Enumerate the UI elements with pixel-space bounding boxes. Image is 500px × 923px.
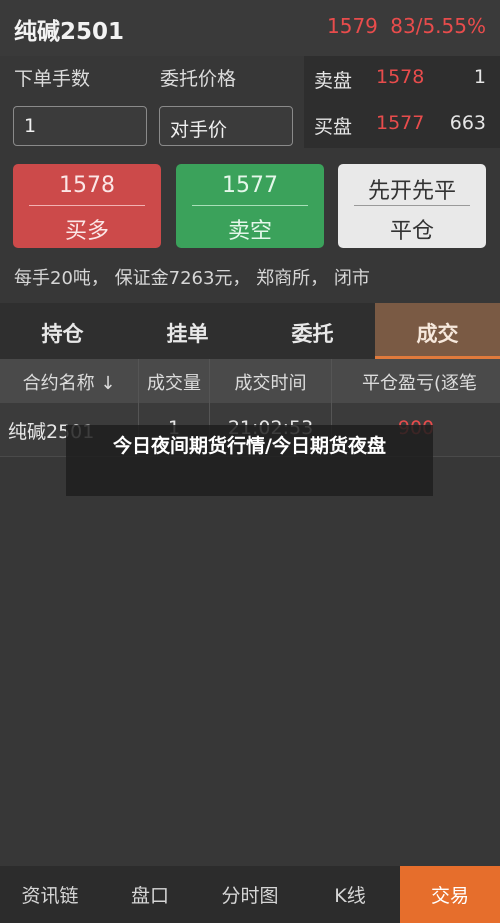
bottom-nav: 资讯链 盘口 分时图 K线 交易 [0, 866, 500, 923]
sell-label: 卖空 [227, 219, 272, 244]
contract-title[interactable]: 纯碱2501 [14, 12, 124, 46]
qty-label: 下单手数 [14, 68, 91, 90]
price-label: 委托价格 [160, 68, 237, 90]
close-mode: 先开先平 [367, 179, 456, 204]
close-position-button[interactable]: 先开先平 平仓 [338, 164, 486, 248]
caption-overlay: 今日夜间期货行情/今日期货夜盘 [66, 425, 433, 496]
last-price: 1579 [327, 14, 378, 38]
nav-timeshare[interactable]: 分时图 [200, 866, 300, 923]
header-bar: 纯碱2501 1579 83/5.55% [0, 0, 500, 56]
nav-trade[interactable]: 交易 [400, 866, 500, 923]
buy-label: 买多 [64, 219, 109, 244]
col-time: 成交时间 [234, 373, 307, 394]
bid-label: 买盘 [314, 116, 353, 138]
nav-orderbook[interactable]: 盘口 [100, 866, 200, 923]
close-label: 平仓 [389, 219, 434, 244]
divider [29, 205, 145, 206]
price-type-input[interactable]: 对手价 [159, 106, 293, 146]
ask-label: 卖盘 [314, 70, 353, 92]
divider [354, 205, 470, 206]
ask-qty: 1 [473, 66, 486, 88]
ask-price: 1578 [376, 66, 425, 88]
bid-price: 1577 [376, 112, 425, 134]
col-contract-name[interactable]: 合约名称 ↓ [0, 359, 138, 403]
sell-short-button[interactable]: 1577 卖空 [176, 164, 324, 248]
sell-price: 1577 [222, 173, 278, 198]
tab-positions[interactable]: 持仓 [0, 303, 125, 359]
qty-input[interactable]: 1 [13, 106, 147, 146]
bid-qty: 663 [449, 112, 486, 134]
tab-orders[interactable]: 委托 [250, 303, 375, 359]
tab-trades[interactable]: 成交 [375, 303, 500, 359]
divider [192, 205, 308, 206]
ask-row[interactable]: 卖盘 1578 1 [304, 56, 500, 102]
price-change: 83/5.55% [390, 14, 486, 38]
buy-price: 1578 [59, 173, 115, 198]
tab-pending[interactable]: 挂单 [125, 303, 250, 359]
nav-kline[interactable]: K线 [300, 866, 400, 923]
col-volume: 成交量 [147, 373, 201, 394]
order-book: 卖盘 1578 1 买盘 1577 663 [304, 56, 500, 148]
bid-row[interactable]: 买盘 1577 663 [304, 102, 500, 148]
col-close-pnl: 平仓盈亏(逐笔 [362, 373, 478, 394]
buy-long-button[interactable]: 1578 买多 [13, 164, 161, 248]
tab-bar: 持仓 挂单 委托 成交 [0, 303, 500, 359]
nav-news[interactable]: 资讯链 [0, 866, 100, 923]
contract-info: 每手20吨， 保证金7263元， 郑商所， 闭市 [14, 268, 370, 289]
table-header: 合约名称 ↓ 成交量 成交时间 平仓盈亏(逐笔 [0, 359, 500, 403]
